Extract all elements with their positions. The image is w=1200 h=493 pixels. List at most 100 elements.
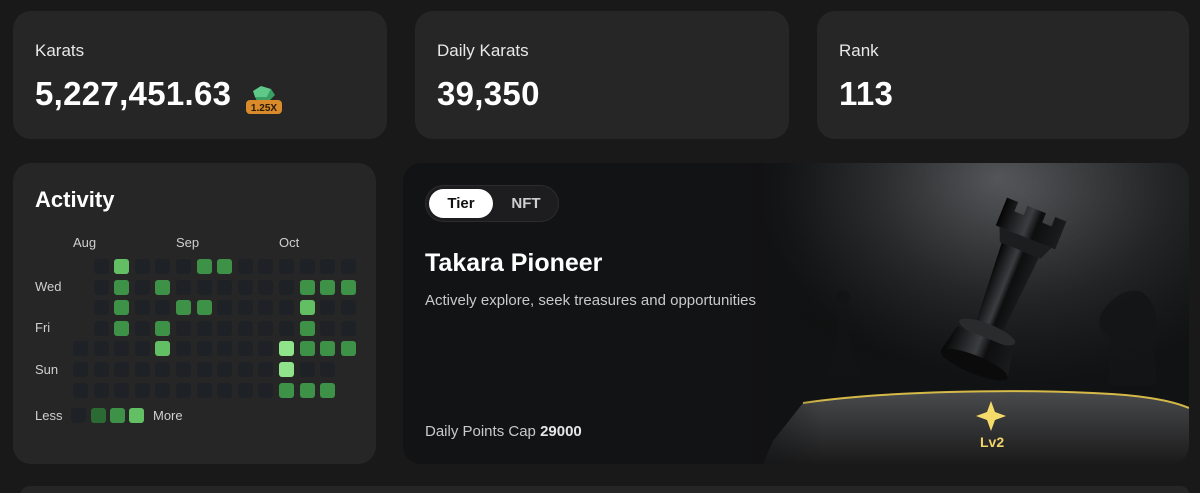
activity-cell (279, 362, 294, 377)
legend-swatch-medium (110, 408, 125, 423)
activity-cell (155, 300, 171, 316)
activity-cell (114, 279, 130, 295)
activity-cell (217, 362, 233, 377)
activity-cell (134, 300, 150, 316)
activity-cell (217, 341, 233, 357)
activity-cell (114, 300, 130, 316)
activity-cell (134, 259, 150, 274)
daily-karats-value: 39,350 (437, 75, 540, 112)
activity-cell (258, 300, 274, 316)
activity-cell (320, 259, 336, 274)
activity-cell (134, 279, 150, 295)
activity-cell (196, 320, 212, 336)
activity-cell (299, 341, 315, 357)
activity-cell (320, 320, 336, 336)
activity-cell (155, 320, 171, 336)
activity-cell (114, 259, 130, 274)
activity-cell (93, 320, 109, 336)
daily-karats-card: Daily Karats 39,350 (415, 11, 789, 139)
activity-cell (258, 259, 274, 274)
activity-cell (340, 320, 356, 336)
activity-cell (155, 279, 171, 295)
legend-swatch-low (91, 408, 106, 423)
activity-cell (340, 300, 356, 316)
activity-cell (114, 362, 130, 377)
activity-cell (299, 300, 315, 316)
activity-cell (93, 279, 109, 295)
activity-cell (155, 382, 171, 398)
activity-cell (134, 341, 150, 357)
daily-points-cap: Daily Points Cap 29000 (425, 423, 582, 440)
activity-cell (176, 341, 191, 357)
legend-swatch-high (129, 408, 144, 423)
rank-card: Rank 113 (817, 11, 1189, 139)
activity-cell (196, 382, 212, 398)
activity-cell (155, 341, 171, 357)
activity-cell (320, 362, 336, 377)
multiplier-label: 1.25X (251, 103, 277, 114)
next-card-edge (20, 486, 1190, 493)
rank-value: 113 (839, 75, 894, 112)
activity-cell (340, 259, 356, 274)
tab-tier[interactable]: Tier (429, 189, 493, 218)
activity-cell (176, 279, 191, 295)
activity-cell (114, 341, 130, 357)
cap-value: 29000 (540, 423, 582, 440)
activity-cell (279, 300, 294, 316)
activity-cell (93, 362, 109, 377)
activity-cell (237, 259, 253, 274)
activity-cell (93, 259, 109, 274)
activity-cell (73, 382, 88, 398)
activity-cell (114, 382, 130, 398)
activity-cell (93, 341, 109, 357)
activity-cell (237, 341, 253, 357)
activity-cell (320, 341, 336, 357)
activity-cell (176, 300, 191, 316)
activity-cell (340, 279, 356, 295)
activity-cell (176, 362, 191, 377)
activity-cell (134, 382, 150, 398)
activity-cell (217, 382, 233, 398)
cap-label: Daily Points Cap (425, 423, 536, 440)
activity-cell (217, 300, 233, 316)
day-label-wed: Wed (35, 279, 62, 294)
activity-cell (299, 382, 315, 398)
tab-nft[interactable]: NFT (496, 189, 556, 218)
activity-cell (237, 382, 253, 398)
activity-cell (196, 259, 212, 274)
tier-description: Actively explore, seek treasures and opp… (425, 292, 757, 309)
activity-cell (217, 259, 233, 274)
tier-name: Takara Pioneer (425, 249, 603, 277)
activity-cell (299, 279, 315, 295)
activity-cell (258, 341, 274, 357)
activity-cell (237, 300, 253, 316)
karats-label: Karats (35, 41, 85, 60)
tier-nft-toggle[interactable]: Tier NFT (425, 185, 559, 222)
activity-cell (237, 279, 253, 295)
activity-cell (299, 259, 315, 274)
activity-cell (258, 320, 274, 336)
activity-cell (217, 279, 233, 295)
activity-cell (93, 300, 109, 316)
activity-cell (176, 259, 191, 274)
day-label-sun: Sun (35, 362, 59, 377)
month-label-oct: Oct (279, 235, 300, 250)
activity-cell (320, 279, 336, 295)
activity-cell (176, 320, 191, 336)
activity-title: Activity (35, 187, 115, 212)
gem-icon: 1.25X (246, 86, 282, 114)
rank-label: Rank (839, 41, 879, 60)
activity-cell (279, 382, 294, 398)
activity-cell (299, 320, 315, 336)
chess-rook-artwork (763, 163, 1189, 464)
activity-cell (176, 382, 191, 398)
activity-cell (196, 362, 212, 377)
activity-cell (340, 341, 356, 357)
month-label-sep: Sep (176, 235, 200, 250)
legend-more-label: More (153, 408, 183, 423)
activity-cell (279, 341, 294, 357)
activity-cell (196, 279, 212, 295)
activity-cell (134, 362, 150, 377)
activity-cell (258, 362, 274, 377)
activity-cell (93, 382, 109, 398)
